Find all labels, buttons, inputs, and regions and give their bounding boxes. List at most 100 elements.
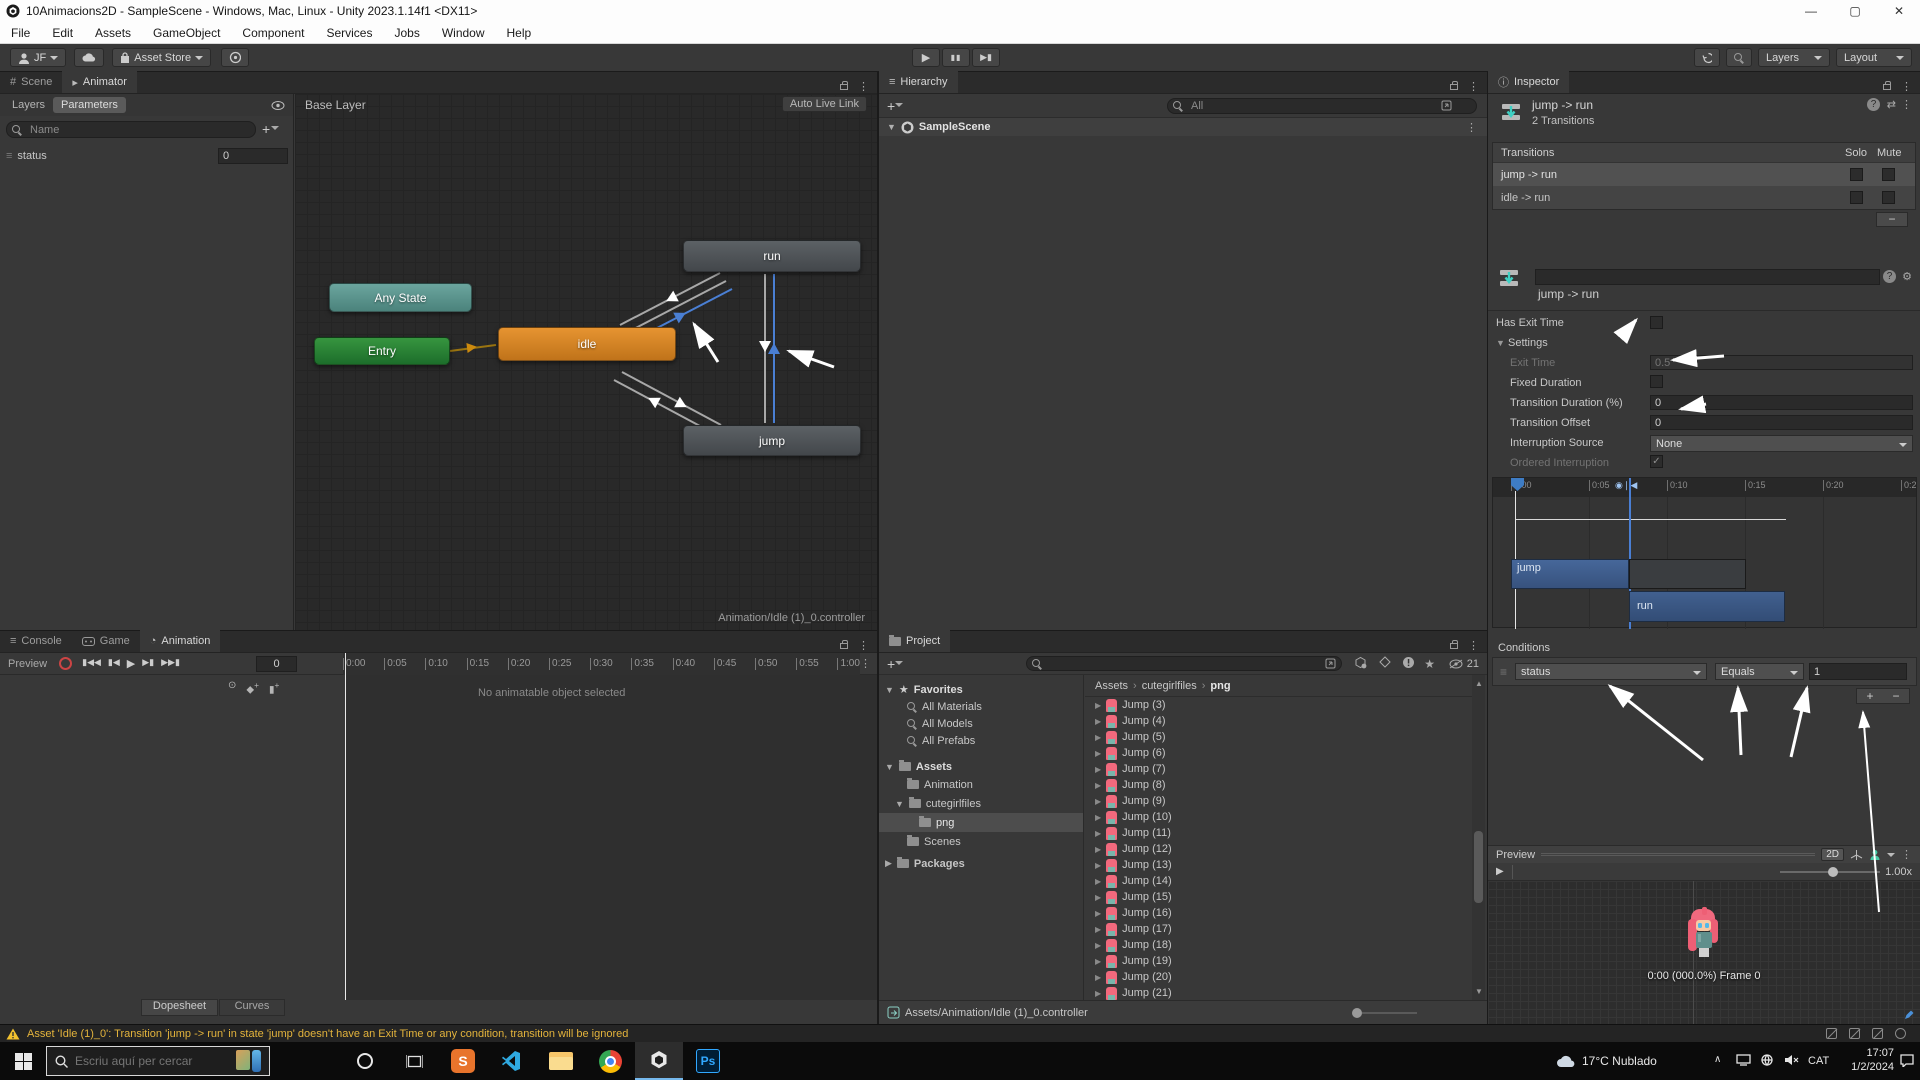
mute-errors-icon[interactable] [1872,1028,1883,1039]
goto-last-frame-button[interactable]: ▶▶▮ [161,657,180,670]
tray-volume-icon[interactable] [1784,1054,1799,1069]
condition-operator-dropdown[interactable]: Equals [1715,663,1805,680]
timeline-bar-run[interactable]: run [1629,591,1785,622]
animator-graph[interactable]: Base Layer Auto Live Link Animation/Idle… [295,94,877,630]
close-button[interactable]: ✕ [1892,4,1906,18]
state-node-run[interactable]: run [683,240,861,272]
frame-field[interactable] [256,655,297,672]
project-file-row[interactable]: ▶ Jump (11) [1085,825,1472,841]
transition-marker-icons[interactable]: ◉❘◀ [1615,480,1637,491]
lock-icon[interactable] [840,80,848,90]
condition-value-field[interactable] [1809,663,1908,680]
parameter-row[interactable]: ≡ status [0,146,294,166]
project-file-row[interactable]: ▶ Jump (16) [1085,905,1472,921]
clock-widget[interactable]: 17:07 1/2/2024 [1842,1046,1894,1074]
expander-icon[interactable]: ▶ [1095,717,1101,726]
expander-icon[interactable]: ▶ [1095,893,1101,902]
expander-icon[interactable]: ▶ [1095,925,1101,934]
tree-item-favorite-query[interactable]: All Models [879,715,1083,732]
transition-offset-field[interactable] [1650,415,1913,430]
project-scrollbar[interactable]: ▲ ▼ [1472,675,1485,1000]
minimize-button[interactable]: — [1804,4,1818,18]
project-file-row[interactable]: ▶ Jump (20) [1085,969,1472,985]
state-node-idle[interactable]: idle [498,327,676,361]
project-file-row[interactable]: ▶ Jump (10) [1085,809,1472,825]
add-event-icon[interactable]: ▮+ [269,680,279,695]
hierarchy-scene-row[interactable]: ▼ SampleScene ⋮ [879,118,1487,136]
curves-button[interactable]: Curves [219,999,285,1016]
tree-item-animation[interactable]: Animation [879,775,1083,794]
kebab-menu-icon[interactable]: ⋮ [1901,98,1912,111]
task-view-button[interactable] [390,1042,438,1080]
chrome-button[interactable] [586,1042,634,1080]
hierarchy-search-input[interactable] [1187,99,1437,112]
project-file-row[interactable]: ▶ Jump (8) [1085,777,1472,793]
expand-search-icon[interactable] [1325,658,1336,669]
menu-item[interactable]: GameObject [142,26,231,40]
unity-taskbar-button[interactable] [635,1042,683,1080]
play-button[interactable]: ▶ [912,48,940,67]
add-keyframe-icon[interactable]: ◆+ [246,680,259,695]
interruption-source-dropdown[interactable]: None [1650,435,1913,452]
layout-dropdown[interactable]: Layout [1836,48,1912,67]
taskbar-search-box[interactable] [46,1046,270,1076]
lock-icon[interactable] [1450,639,1458,649]
solo-checkbox[interactable] [1850,191,1863,204]
search-button[interactable] [1726,48,1752,67]
expander-icon[interactable]: ▶ [1095,813,1101,822]
create-asset-button[interactable]: + [887,656,904,672]
preview-drag-divider[interactable] [1541,853,1816,856]
tab-game[interactable]: Game [72,630,140,652]
tab-console[interactable]: ≡ Console [0,630,72,652]
timeline-bar-jump[interactable]: jump [1511,559,1629,589]
transition-timeline[interactable]: 0:000:050:100:150:200:2 ◉❘◀ jump run [1492,477,1917,629]
lock-icon[interactable] [1883,80,1891,90]
maximize-button[interactable]: ▢ [1848,4,1862,18]
parameter-value-field[interactable] [218,148,288,164]
menu-item[interactable]: Jobs [383,26,430,40]
transition-duration-field[interactable] [1650,395,1913,410]
scroll-up-icon[interactable]: ▲ [1475,679,1483,688]
pen-icon[interactable] [1904,1010,1914,1020]
condition-parameter-dropdown[interactable]: status [1515,663,1708,680]
thumbnail-size-slider[interactable] [1352,1007,1417,1018]
label-tag-icon[interactable] [1379,656,1391,671]
playhead-line[interactable] [345,653,346,1000]
start-button[interactable] [0,1042,46,1080]
weather-widget[interactable]: 17°C Nublado [1556,1042,1657,1080]
menu-item[interactable]: Assets [84,26,142,40]
goto-first-frame-button[interactable]: ▮◀◀ [82,657,101,670]
expander-icon[interactable]: ▶ [1095,861,1101,870]
kebab-menu-icon[interactable]: ⋮ [1466,121,1487,134]
expander-icon[interactable]: ▶ [1095,941,1101,950]
tree-item-favorites[interactable]: ▼ ★ Favorites [879,681,1083,698]
pivot-axis-icon[interactable] [1850,849,1863,861]
project-breadcrumb[interactable]: Assets › cutegirlfiles › png [1085,675,1472,697]
menu-item[interactable]: Component [231,26,315,40]
foldout-caret-icon[interactable]: ▼ [887,122,896,132]
parameters-subtab[interactable]: Parameters [53,97,126,113]
transition-name-field[interactable] [1535,269,1880,285]
preview-viewport[interactable]: 0:00 (000.0%) Frame 0 [1488,881,1920,1024]
next-frame-button[interactable]: ▶▮ [142,657,154,670]
kebab-menu-icon[interactable]: ⋮ [1468,639,1479,652]
project-file-row[interactable]: ▶ Jump (19) [1085,953,1472,969]
mute-checkbox[interactable] [1882,168,1895,181]
state-node-any-state[interactable]: Any State [329,283,472,312]
animation-preview-toggle[interactable]: Preview [8,658,47,670]
plastic-scm-button[interactable] [221,48,250,67]
project-file-row[interactable]: ▶ Jump (5) [1085,729,1472,745]
account-button[interactable]: JF [10,48,67,67]
expander-icon[interactable]: ▶ [1095,781,1101,790]
exit-time-field[interactable] [1650,355,1913,370]
tree-item-favorite-query[interactable]: All Prefabs [879,732,1083,749]
expander-icon[interactable]: ▶ [1095,733,1101,742]
eye-icon[interactable] [271,100,285,110]
preview-scrub-handle[interactable] [1511,864,1513,879]
dopesheet-area[interactable] [345,675,877,1000]
tree-item-cutegirlfiles[interactable]: ▼ cutegirlfiles [879,794,1083,813]
presets-icon[interactable]: ⇄ [1887,98,1896,111]
project-file-row[interactable]: ▶ Jump (3) [1085,697,1472,713]
add-condition-button[interactable]: + [1857,689,1883,703]
tab-animation[interactable]: ◔ Animation [139,630,221,652]
